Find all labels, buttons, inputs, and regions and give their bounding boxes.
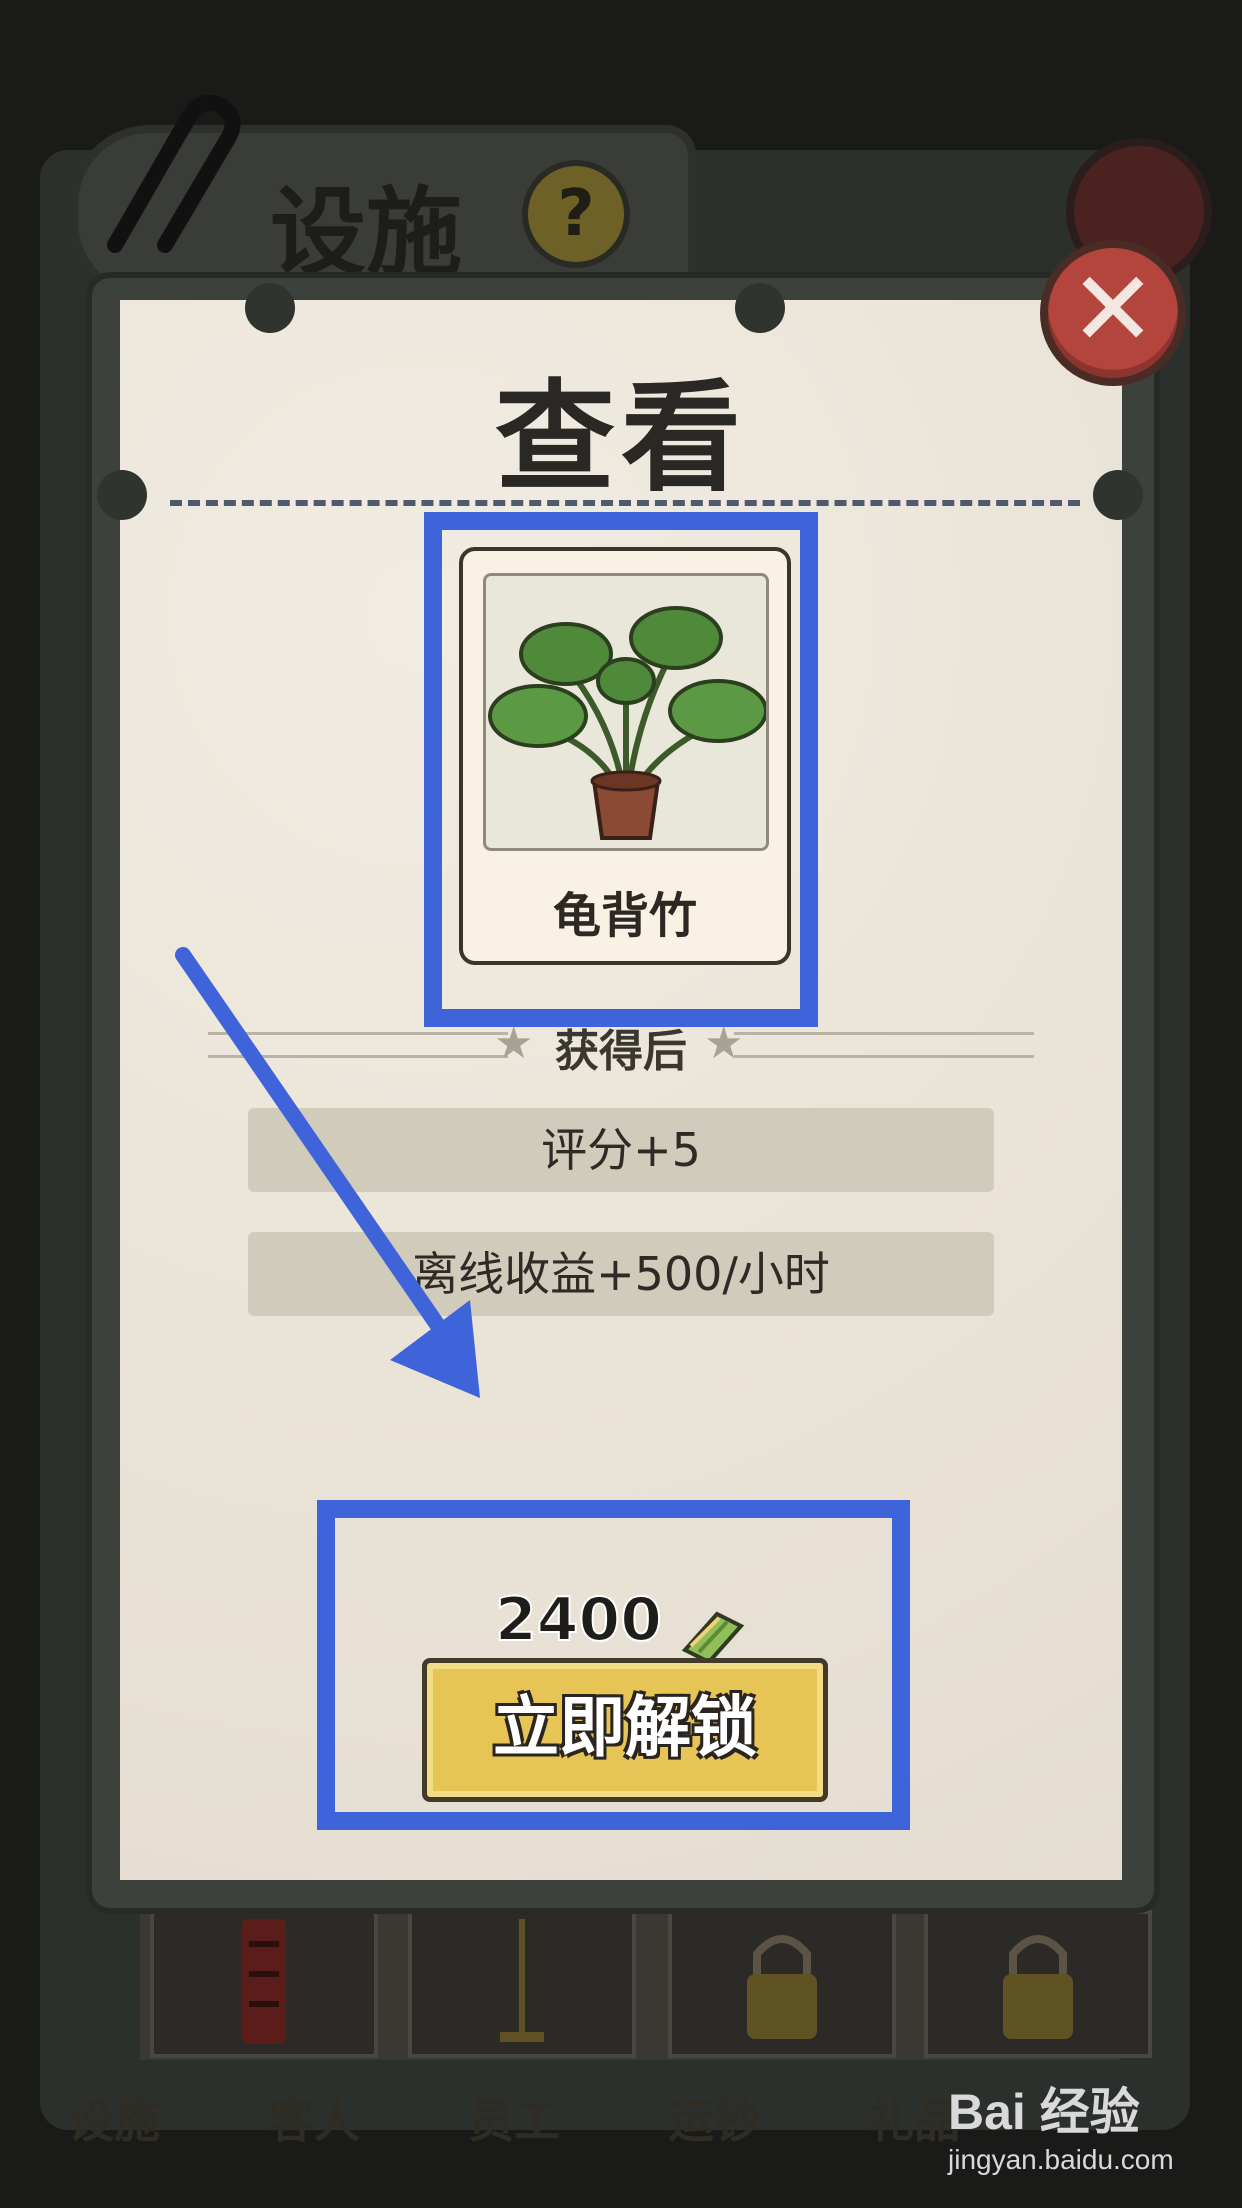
watermark-url: jingyan.baidu.com — [948, 2144, 1174, 2175]
watermark-brand: Bai 经验 — [948, 2084, 1140, 2140]
watermark: Bai 经验 jingyan.baidu.com — [948, 2072, 1174, 2176]
annotation-arrow-icon — [175, 947, 480, 1398]
